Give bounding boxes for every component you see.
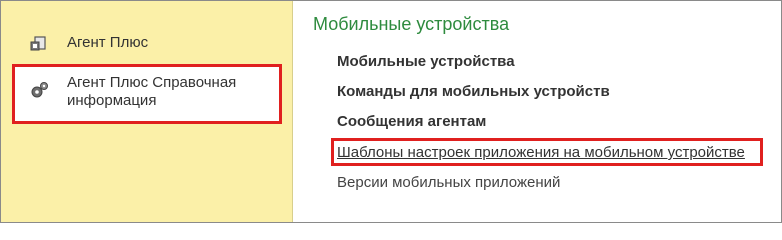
link-mobile-device-commands[interactable]: Команды для мобильных устройств — [337, 83, 610, 100]
sidebar-item-label-line1: Агент Плюс Справочная — [67, 74, 237, 91]
link-agent-messages[interactable]: Сообщения агентам — [337, 113, 486, 130]
agent-plus-icon — [29, 34, 49, 54]
link-mobile-devices[interactable]: Мобильные устройства — [337, 53, 515, 70]
link-app-settings-templates[interactable]: Шаблоны настроек приложения на мобильном… — [337, 144, 745, 161]
sidebar-item-label-line2: информация — [67, 92, 157, 109]
sidebar-item-agent-plus-info[interactable]: Агент Плюс Справочная информация — [12, 64, 282, 124]
sidebar-item-label: Агент Плюс — [67, 34, 149, 51]
main-content: Мобильные устройства Мобильные устройств… — [313, 0, 782, 223]
sidebar-item-label: Агент Плюс Справочная информация — [67, 74, 236, 110]
section-title: Мобильные устройства — [313, 14, 510, 34]
info-gears-icon — [29, 80, 49, 100]
sidebar: Агент Плюс Агент Плюс Справочная информа… — [1, 1, 293, 222]
sidebar-item-agent-plus[interactable]: Агент Плюс — [15, 34, 281, 54]
link-mobile-app-versions[interactable]: Версии мобильных приложений — [337, 174, 560, 191]
